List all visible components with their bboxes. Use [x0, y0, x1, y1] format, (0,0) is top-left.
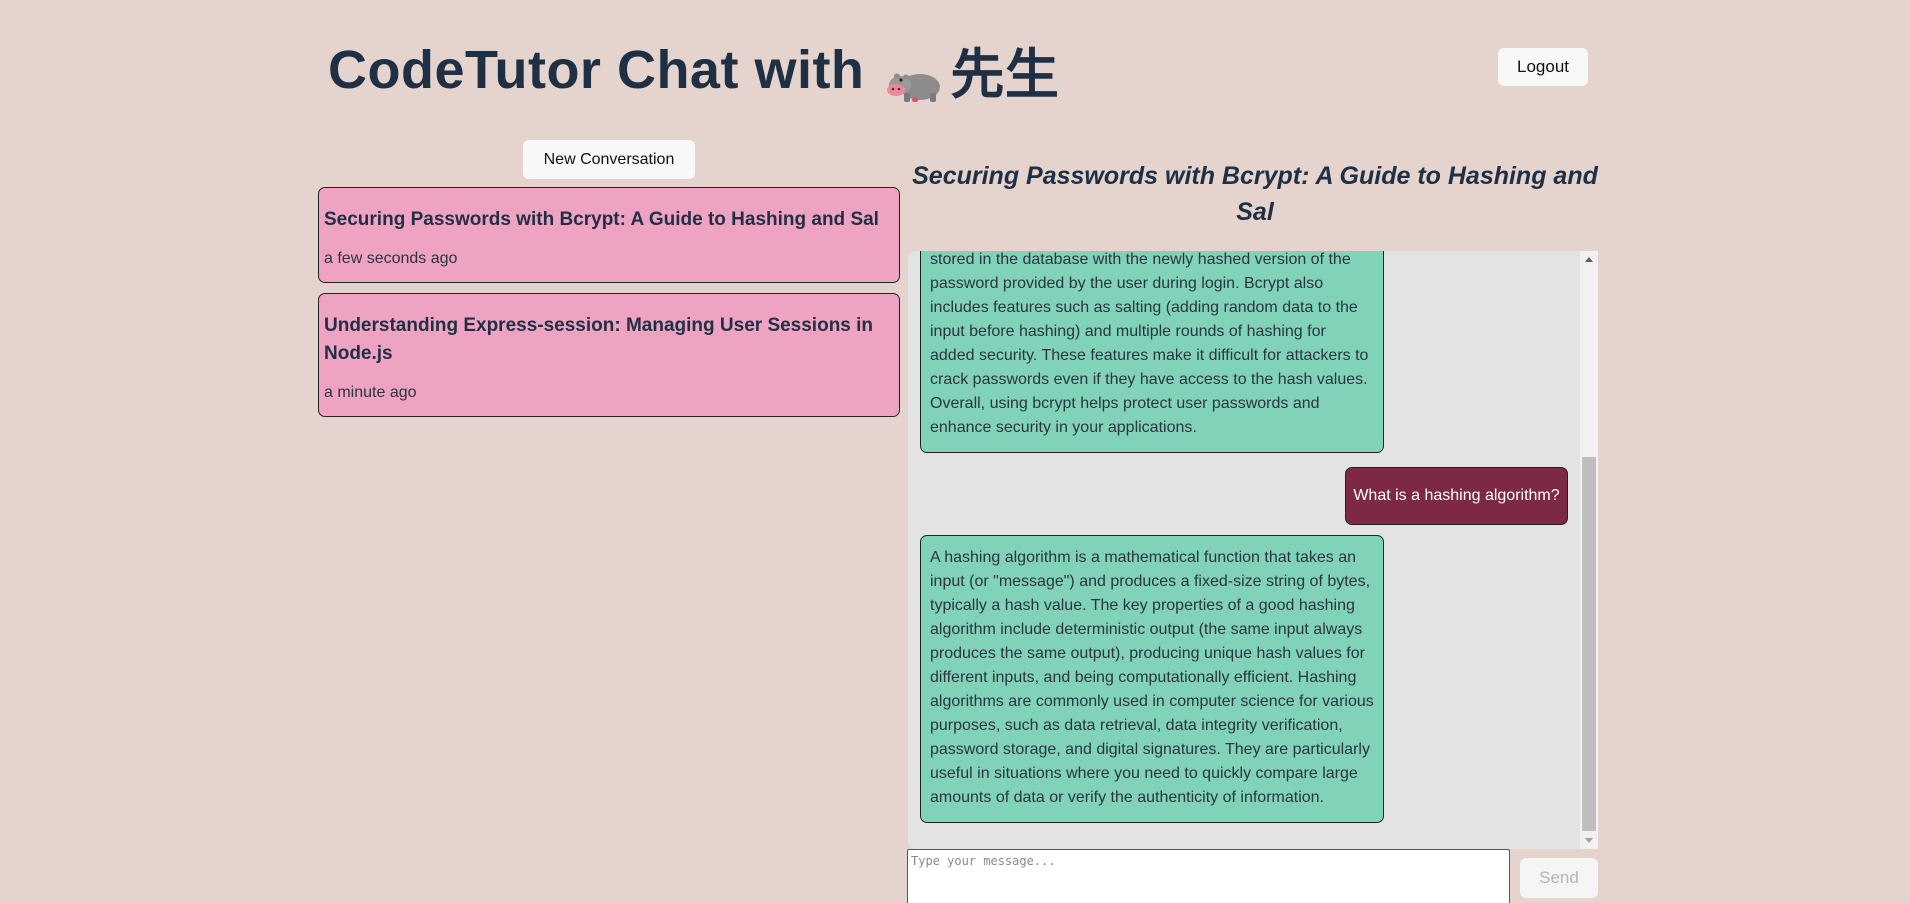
app-page: CodeTutor Chat with 先生 Logout New Conver…	[0, 0, 1910, 903]
conversation-timestamp: a few seconds ago	[324, 250, 458, 267]
conversation-timestamp: a minute ago	[324, 384, 417, 401]
chat-panel[interactable]: stored in the database with the newly ha…	[908, 251, 1598, 849]
app-title-text: CodeTutor Chat with	[328, 39, 865, 100]
hippo-icon	[886, 54, 942, 102]
scroll-down-arrow-icon[interactable]	[1585, 838, 1593, 843]
scroll-up-arrow-icon[interactable]	[1585, 257, 1593, 262]
scrollbar-thumb[interactable]	[1582, 457, 1596, 831]
conversation-list: Securing Passwords with Bcrypt: A Guide …	[318, 187, 900, 427]
message-input[interactable]	[907, 849, 1510, 903]
app-title-suffix: 先生	[950, 45, 1060, 105]
new-conversation-button[interactable]: New Conversation	[523, 140, 695, 179]
assistant-message: stored in the database with the newly ha…	[920, 251, 1384, 453]
logout-button[interactable]: Logout	[1498, 48, 1588, 86]
conversation-item[interactable]: Securing Passwords with Bcrypt: A Guide …	[318, 187, 900, 283]
conversation-item[interactable]: Understanding Express-session: Managing …	[318, 293, 900, 417]
app-title: CodeTutor Chat with 先生	[328, 30, 1059, 109]
user-message: What is a hashing algorithm?	[1345, 467, 1568, 525]
chat-title: Securing Passwords with Bcrypt: A Guide …	[912, 162, 1598, 226]
conversation-title: Securing Passwords with Bcrypt: A Guide …	[324, 209, 879, 230]
chat-scrollbar[interactable]	[1580, 251, 1598, 849]
message-list: stored in the database with the newly ha…	[908, 251, 1580, 849]
send-button[interactable]: Send	[1520, 858, 1598, 898]
conversation-title: Understanding Express-session: Managing …	[324, 315, 874, 364]
assistant-message: A hashing algorithm is a mathematical fu…	[920, 535, 1384, 823]
